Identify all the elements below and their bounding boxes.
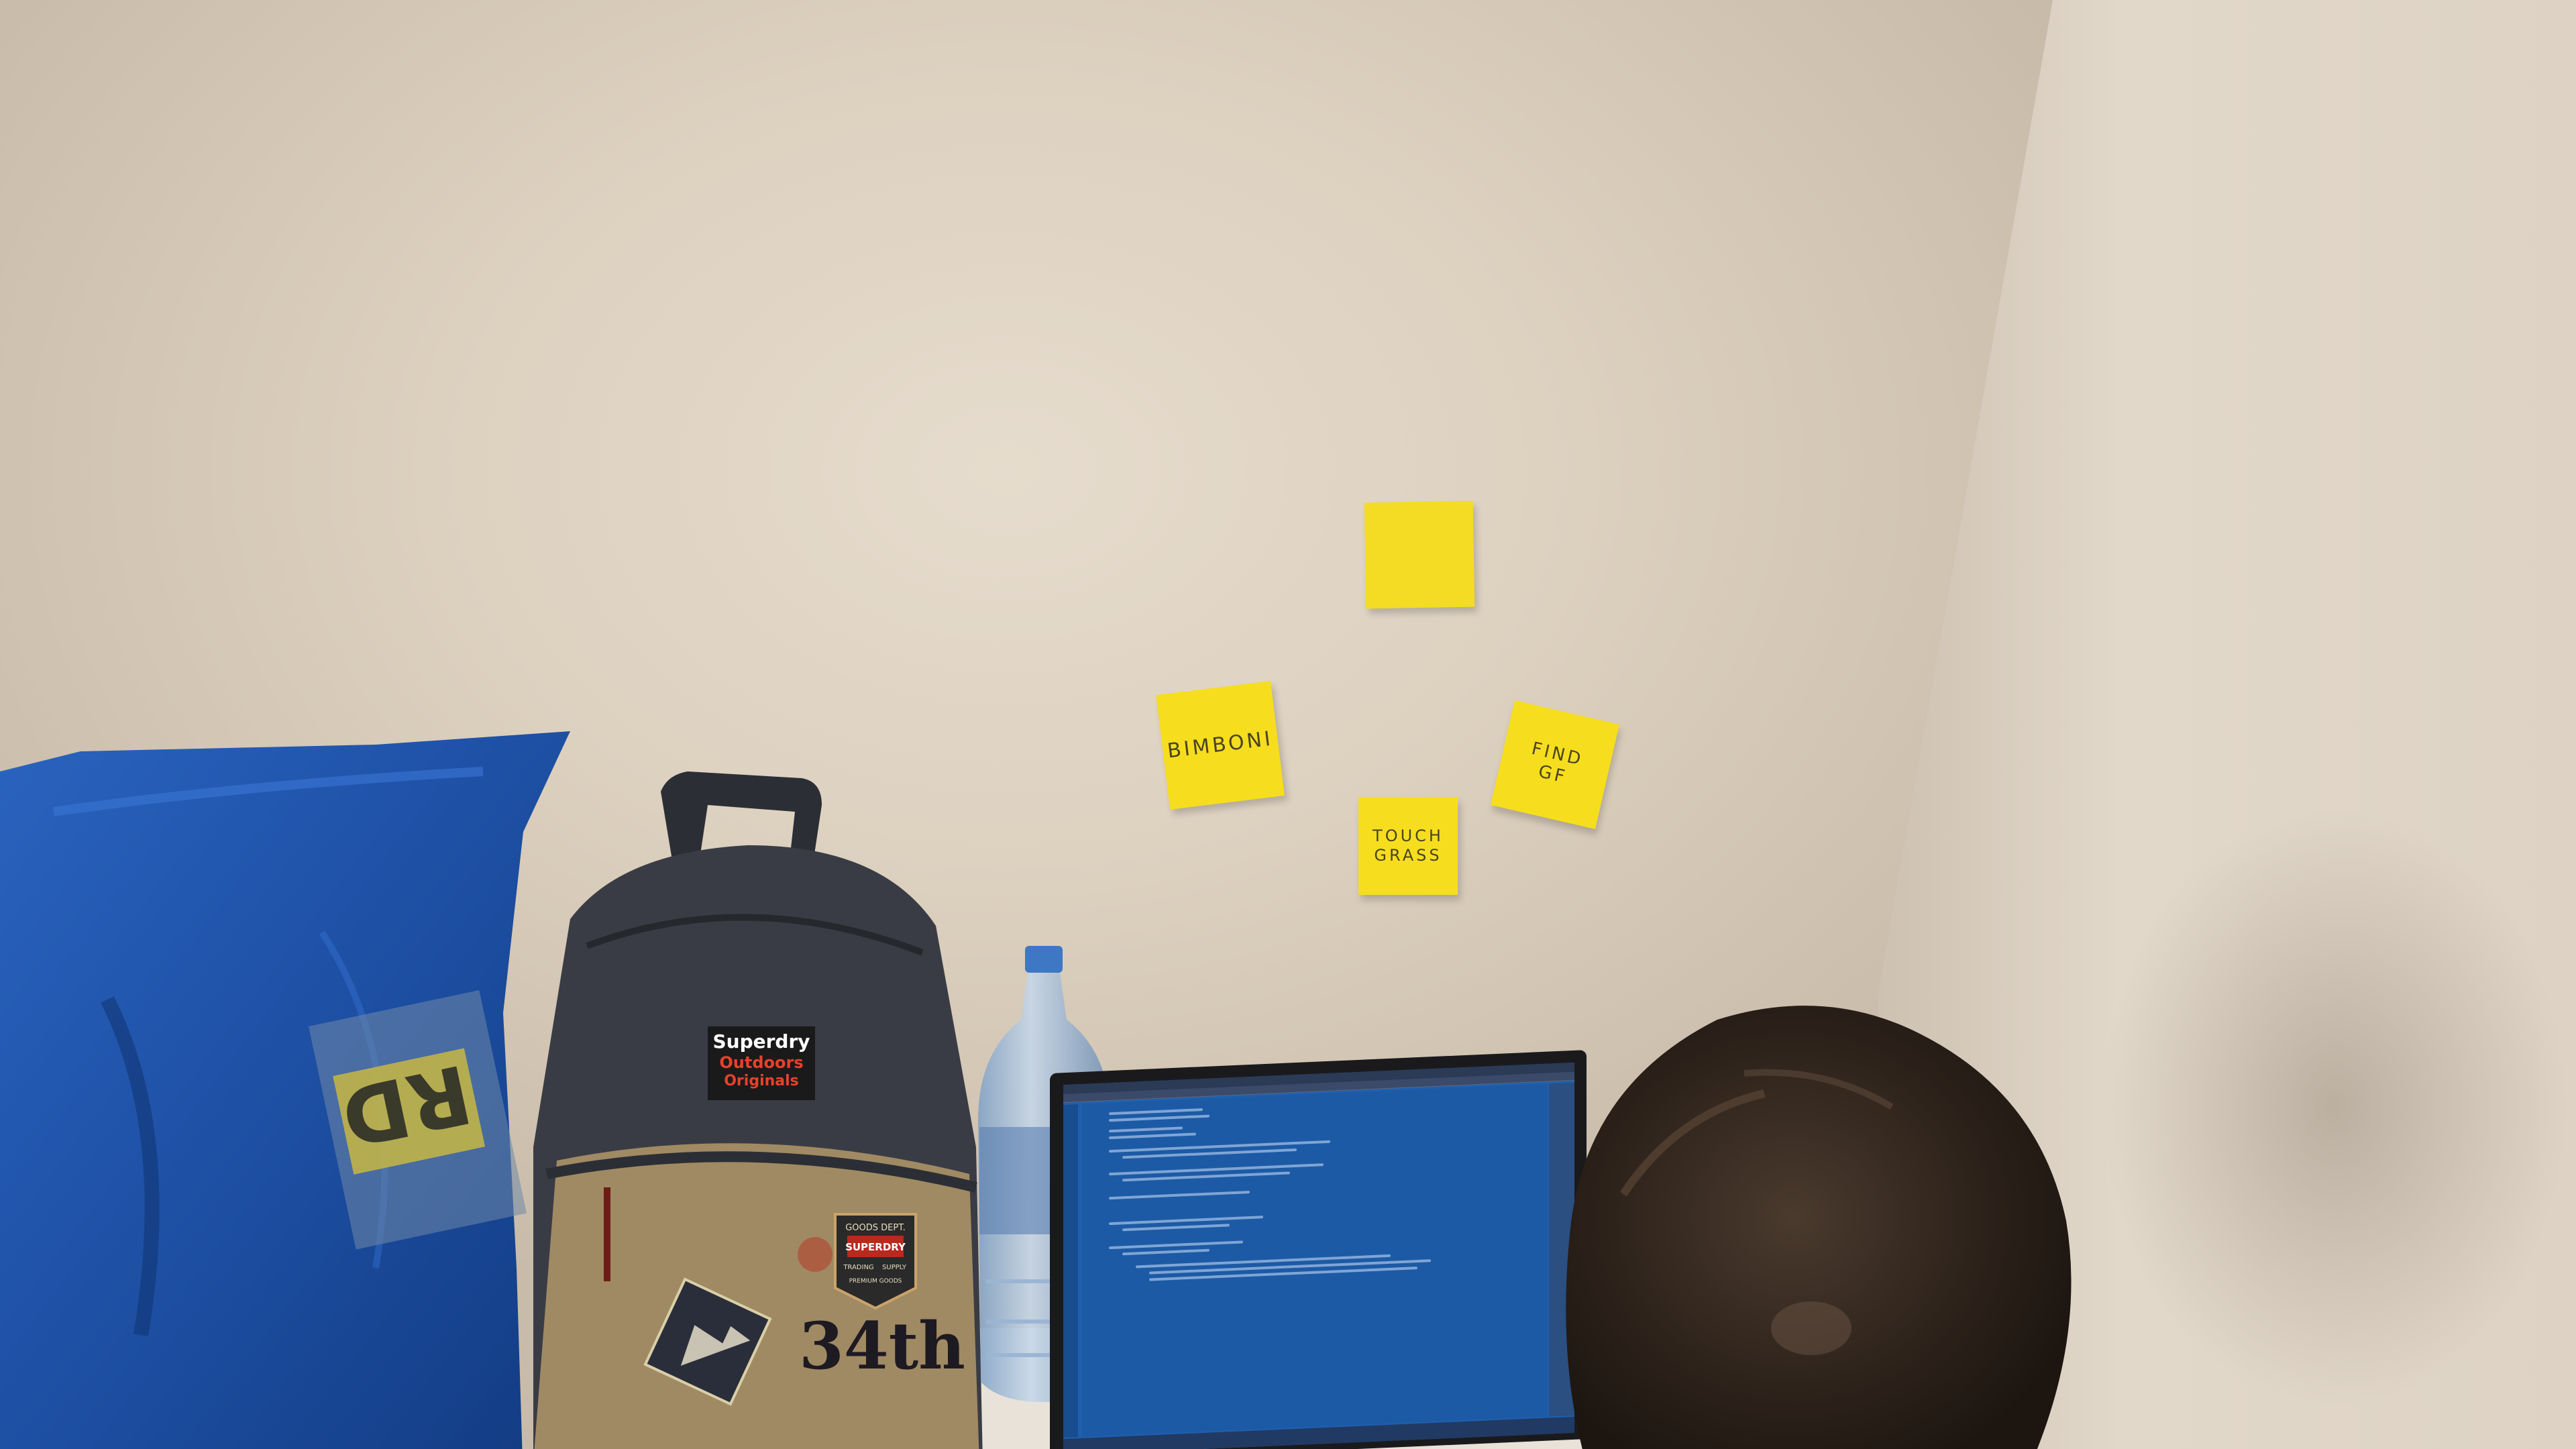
photo-scene: BIMBONI TOUCH GRASS FIND GF RD Superdry …: [0, 0, 2576, 1449]
ide-line-gutter: [1063, 1104, 1078, 1438]
sticky-note-text: BIMBONI: [1166, 727, 1275, 763]
superdry-logo: Superdry Outdoors Originals: [708, 1026, 815, 1100]
laptop: [1050, 1050, 1587, 1449]
goods-dept-patch: GOODS DEPT. SUPERDRY TRADING SUPPLY PREM…: [834, 1213, 917, 1310]
svg-text:SUPERDRY: SUPERDRY: [845, 1241, 906, 1253]
svg-text:TRADING: TRADING: [843, 1264, 873, 1271]
sticky-note-touch-grass: TOUCH GRASS: [1358, 797, 1458, 895]
backpack: Superdry Outdoors Originals GOODS DEPT. …: [533, 771, 983, 1449]
svg-text:PREMIUM GOODS: PREMIUM GOODS: [849, 1278, 902, 1285]
person-head: [1566, 1006, 2072, 1449]
number-patch: 34th: [799, 1308, 965, 1384]
sticky-note-line: TOUCH: [1373, 826, 1444, 846]
svg-text:SUPPLY: SUPPLY: [882, 1264, 907, 1271]
sticky-note-bimboni: BIMBONI: [1156, 681, 1285, 810]
head-shadow: [2100, 805, 2569, 1409]
sticky-note-blank: [1364, 500, 1475, 609]
blue-shopping-bag: RD: [0, 731, 570, 1449]
brand-line: Originals: [724, 1073, 799, 1089]
sticky-note-line: GRASS: [1374, 846, 1442, 865]
svg-text:GOODS DEPT.: GOODS DEPT.: [845, 1223, 906, 1233]
brand-line: Outdoors: [719, 1053, 803, 1072]
ide-window: [1063, 1062, 1574, 1449]
brand-line: Superdry: [712, 1030, 810, 1053]
ide-code-editor: [1082, 1083, 1548, 1437]
laptop-screen-bezel: [1050, 1050, 1587, 1449]
